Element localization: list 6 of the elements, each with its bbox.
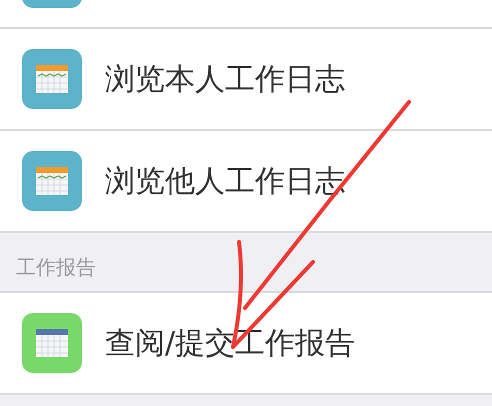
calendar-icon <box>22 313 82 373</box>
section-title: 工作报告 <box>16 254 96 281</box>
menu-item[interactable]: 浏览本人工作日志 <box>0 29 492 131</box>
calendar-icon <box>22 151 82 211</box>
menu-item-label: 浏览本人工作日志 <box>105 60 345 98</box>
calendar-icon <box>22 49 82 109</box>
